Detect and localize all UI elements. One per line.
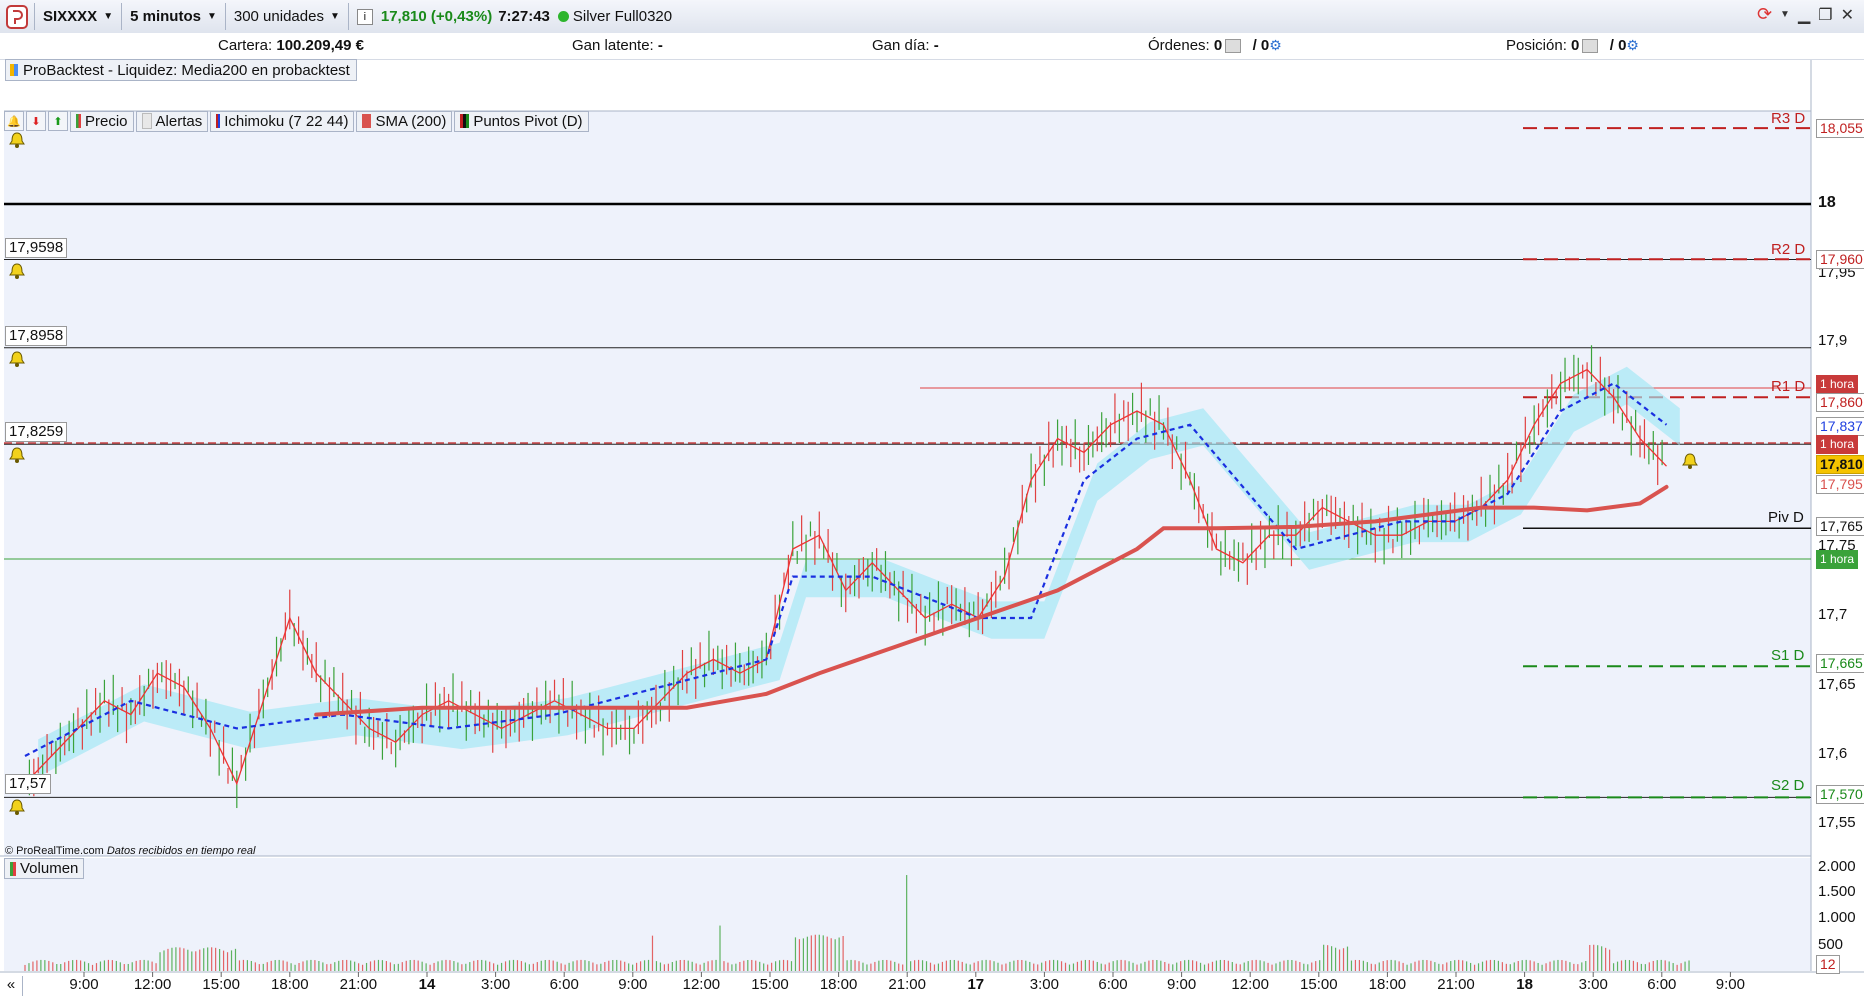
time-tick: 18:00	[1368, 976, 1407, 993]
buy-arrow-icon[interactable]: ⬆	[48, 111, 68, 131]
price-tick: 17,55	[1818, 814, 1856, 831]
time-tick: 21:00	[888, 976, 926, 993]
time-tick: 12:00	[133, 976, 172, 993]
time-tick: 6:00	[549, 976, 579, 993]
time-tick: 17	[967, 976, 985, 993]
price-tick: 18	[1818, 194, 1836, 211]
bell-icon[interactable]	[1681, 452, 1699, 470]
pivot-s1-label: S1 D	[1771, 647, 1805, 664]
alert-level-label[interactable]: 17,57	[5, 774, 51, 794]
bell-icon[interactable]	[8, 131, 26, 149]
volume-tick: 2.000	[1818, 858, 1856, 875]
alertas-swatch-icon	[141, 113, 152, 129]
legend-alertas-label: Alertas	[155, 112, 203, 130]
legend-precio-label: Precio	[85, 112, 128, 130]
piv-price-tag: 17,765	[1816, 517, 1864, 536]
alert-level-label[interactable]: 17,8958	[5, 326, 68, 346]
volume-tick: 500	[1818, 936, 1844, 953]
volume-pane-bg	[4, 858, 1811, 971]
s1-price-tag: 17,665	[1816, 654, 1864, 673]
sma-price-tag: 17,795	[1816, 475, 1864, 494]
time-tick: 3:00	[1029, 976, 1059, 993]
time-tick: 6:00	[1098, 976, 1128, 993]
legend-alertas[interactable]: Alertas	[135, 110, 209, 132]
time-tick: 21:00	[1437, 976, 1475, 993]
pivot-s2-label: S2 D	[1771, 777, 1805, 794]
hour-tag: 1 hora	[1816, 550, 1859, 569]
legend-sma[interactable]: SMA (200)	[356, 110, 453, 132]
last-price-tag: 17,810	[1816, 455, 1864, 474]
sell-arrow-icon[interactable]: ⬇	[26, 111, 46, 131]
time-tick: 18:00	[271, 976, 309, 993]
pivot-r2-label: R2 D	[1771, 241, 1806, 258]
time-tick: 12:00	[1231, 976, 1269, 993]
hour-tag: 1 hora	[1816, 375, 1859, 394]
time-tick: 6:00	[1647, 976, 1677, 993]
current-volume-tag: 12	[1816, 955, 1840, 974]
credit-note: Datos recibidos en tiempo real	[106, 845, 256, 857]
volume-swatch-icon	[10, 861, 16, 876]
time-tick: 18:00	[819, 976, 858, 993]
time-tick: 3:00	[1578, 976, 1608, 993]
volume-tick: 1.500	[1818, 883, 1856, 900]
legend-sma-label: SMA (200)	[375, 112, 447, 130]
legend-pivot[interactable]: Puntos Pivot (D)	[454, 110, 589, 132]
bell-settings-icon[interactable]: 🔔	[4, 111, 24, 131]
scroll-left-button[interactable]: «	[0, 976, 23, 996]
s2-price-tag: 17,570	[1816, 785, 1864, 804]
bell-icon[interactable]	[8, 262, 26, 280]
time-tick: 9:00	[69, 976, 99, 993]
price-tick: 17,6	[1818, 745, 1848, 762]
time-tick: 15:00	[202, 976, 240, 993]
data-credit: © ProRealTime.com Datos recibidos en tie…	[5, 845, 255, 857]
sma-swatch-icon	[362, 114, 372, 128]
time-tick: 9:00	[1166, 976, 1197, 993]
hour-tag: 1 hora	[1816, 435, 1859, 454]
legend-ichimoku[interactable]: Ichimoku (7 22 44)	[210, 110, 355, 132]
bell-icon[interactable]	[8, 350, 26, 368]
time-tick: 21:00	[339, 976, 378, 993]
credit-brand: © ProRealTime.com	[5, 845, 104, 857]
ichimoku-price-tag: 17,837	[1816, 417, 1864, 436]
volume-tick: 1.000	[1818, 909, 1856, 926]
r2-price-tag: 17,960	[1816, 250, 1864, 269]
bell-icon[interactable]	[8, 798, 26, 816]
time-tick: 12:00	[682, 976, 721, 993]
precio-swatch-icon	[76, 114, 81, 128]
time-tick: 3:00	[480, 976, 511, 993]
legend-precio[interactable]: Precio	[70, 110, 134, 132]
pivot-swatch-icon	[460, 114, 470, 128]
price-tick: 17,9	[1818, 332, 1848, 349]
r3-price-tag: 18,055	[1816, 119, 1864, 138]
time-tick: 14	[418, 976, 436, 993]
price-tick: 17,7	[1818, 606, 1848, 623]
indicator-legend: 🔔 ⬇ ⬆ Precio Alertas Ichimoku (7 22 44) …	[4, 110, 591, 132]
pivot-r3-label: R3 D	[1771, 110, 1806, 127]
legend-pivot-label: Puntos Pivot (D)	[473, 112, 583, 130]
time-tick: 18	[1516, 976, 1533, 993]
alert-level-label[interactable]: 17,8259	[5, 422, 68, 442]
ichimoku-swatch-icon	[216, 114, 221, 128]
bell-icon[interactable]	[8, 446, 26, 464]
legend-ichimoku-label: Ichimoku (7 22 44)	[224, 112, 349, 130]
alert-level-label[interactable]: 17,9598	[5, 238, 68, 258]
pivot-r1-label: R1 D	[1771, 378, 1806, 395]
volume-label: Volumen	[20, 860, 79, 877]
time-tick: 15:00	[751, 976, 789, 993]
pivot-piv-label: Piv D	[1768, 509, 1804, 526]
time-tick: 9:00	[618, 976, 648, 993]
r1-price-tag: 17,860	[1816, 393, 1864, 412]
price-chart[interactable]	[0, 0, 1864, 1000]
price-tick: 17,65	[1818, 676, 1856, 693]
time-tick: 15:00	[1300, 976, 1338, 993]
time-tick: 9:00	[1715, 976, 1745, 993]
volume-legend[interactable]: Volumen	[4, 858, 85, 879]
